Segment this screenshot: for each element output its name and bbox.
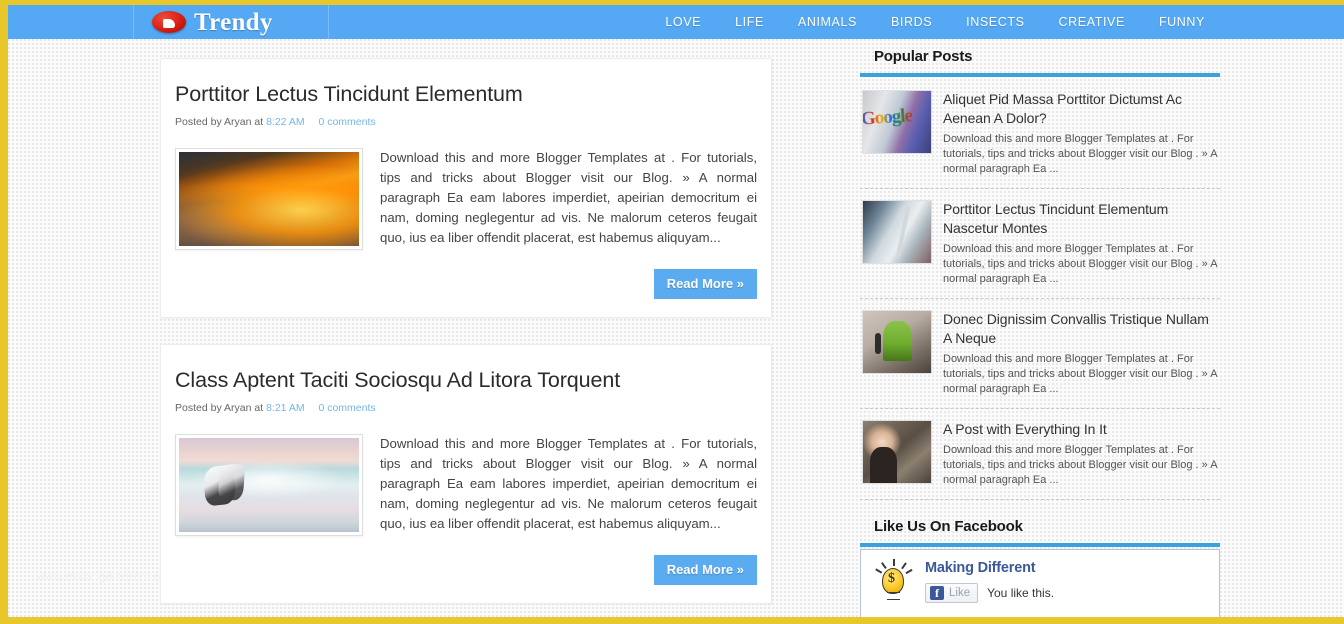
post-title[interactable]: Porttitor Lectus Tincidunt Elementum [175,81,757,107]
facebook-like-status: You like this. [987,586,1055,600]
main-content-column: Porttitor Lectus Tincidunt Elementum Pos… [160,58,772,624]
read-more-button[interactable]: Read More » [653,269,757,299]
popular-post-snippet: Download this and more Blogger Templates… [943,133,1217,175]
blog-post: Porttitor Lectus Tincidunt Elementum Pos… [160,58,772,318]
facebook-f-icon: f [930,586,944,600]
page-frame-bottom [0,617,1344,624]
post-title[interactable]: Class Aptent Taciti Sociosqu Ad Litora T… [175,367,757,393]
nav-item-love[interactable]: LOVE [648,5,718,39]
post-author-label: Posted by Aryan at [175,116,264,128]
widget-underline [860,543,1220,547]
pelicans-beach-photo [179,438,359,532]
widget-underline [860,73,1220,77]
post-excerpt: Download this and more Blogger Templates… [380,436,757,531]
facebook-like-box: $ Making Different f Like You like this. [860,549,1220,621]
popular-post-title[interactable]: A Post with Everything In It [943,420,1218,439]
lightbulb-dollar-icon: $ [871,559,917,606]
facebook-like-label: Like [949,587,971,599]
facebook-widget: Like Us On Facebook $ Making Different f… [860,518,1220,624]
list-item[interactable]: Donec Dignissim Convallis Tristique Null… [860,299,1220,409]
nav-item-life[interactable]: LIFE [718,5,781,39]
popular-post-snippet: Download this and more Blogger Templates… [943,444,1217,486]
desk-laptop-photo [863,201,931,263]
nav-item-creative[interactable]: CREATIVE [1042,5,1142,39]
post-excerpt: Download this and more Blogger Templates… [380,150,757,245]
google-logo-photo [863,91,931,153]
page-frame-top [0,0,1344,5]
nav-item-insects[interactable]: INSECTS [949,5,1041,39]
page-frame-left [0,0,8,624]
list-item[interactable]: A Post with Everything In It Download th… [860,409,1220,500]
post-time-link[interactable]: 8:21 AM [266,402,305,414]
site-header: Trendy LOVE LIFE ANIMALS BIRDS INSECTS C… [0,5,1344,39]
post-thumbnail[interactable] [175,148,363,250]
list-item[interactable]: Aliquet Pid Massa Porttitor Dictumst Ac … [860,79,1220,189]
widget-title: Like Us On Facebook [874,518,1023,535]
post-meta: Posted by Aryan at 8:22 AM 0 comments [175,116,757,128]
nav-item-animals[interactable]: ANIMALS [781,5,874,39]
post-author-label: Posted by Aryan at [175,402,264,414]
post-time-link[interactable]: 8:22 AM [266,116,305,128]
popular-post-thumbnail [862,310,932,374]
list-item[interactable]: Porttitor Lectus Tincidunt Elementum Nas… [860,189,1220,299]
android-figure-photo [863,311,931,373]
popular-post-thumbnail [862,200,932,264]
sunset-clouds-photo [179,152,359,246]
trendy-bird-logo-icon [152,11,186,33]
post-comments-link[interactable]: 0 comments [318,116,375,128]
widget-title: Popular Posts [874,48,973,65]
sidebar: Popular Posts Aliquet Pid Massa Porttito… [860,48,1220,624]
popular-post-thumbnail [862,420,932,484]
popular-post-snippet: Download this and more Blogger Templates… [943,243,1217,285]
post-thumbnail[interactable] [175,434,363,536]
facebook-page-name[interactable]: Making Different [925,560,1054,576]
popular-post-title[interactable]: Aliquet Pid Massa Porttitor Dictumst Ac … [943,90,1218,128]
facebook-like-button[interactable]: f Like [925,583,979,603]
read-more-button[interactable]: Read More » [653,555,757,585]
nav-item-funny[interactable]: FUNNY [1142,5,1222,39]
nav-item-birds[interactable]: BIRDS [874,5,949,39]
crowd-audience-photo [863,421,931,483]
popular-posts-widget: Popular Posts Aliquet Pid Massa Porttito… [860,48,1220,500]
site-logo-text: Trendy [194,8,273,36]
popular-post-title[interactable]: Donec Dignissim Convallis Tristique Null… [943,310,1218,348]
site-logo[interactable]: Trendy [133,5,329,39]
main-navigation: LOVE LIFE ANIMALS BIRDS INSECTS CREATIVE… [648,5,1222,39]
post-meta: Posted by Aryan at 8:21 AM 0 comments [175,402,757,414]
popular-post-title[interactable]: Porttitor Lectus Tincidunt Elementum Nas… [943,200,1218,238]
popular-post-snippet: Download this and more Blogger Templates… [943,353,1217,395]
post-comments-link[interactable]: 0 comments [318,402,375,414]
popular-post-thumbnail [862,90,932,154]
blog-post: Class Aptent Taciti Sociosqu Ad Litora T… [160,344,772,604]
